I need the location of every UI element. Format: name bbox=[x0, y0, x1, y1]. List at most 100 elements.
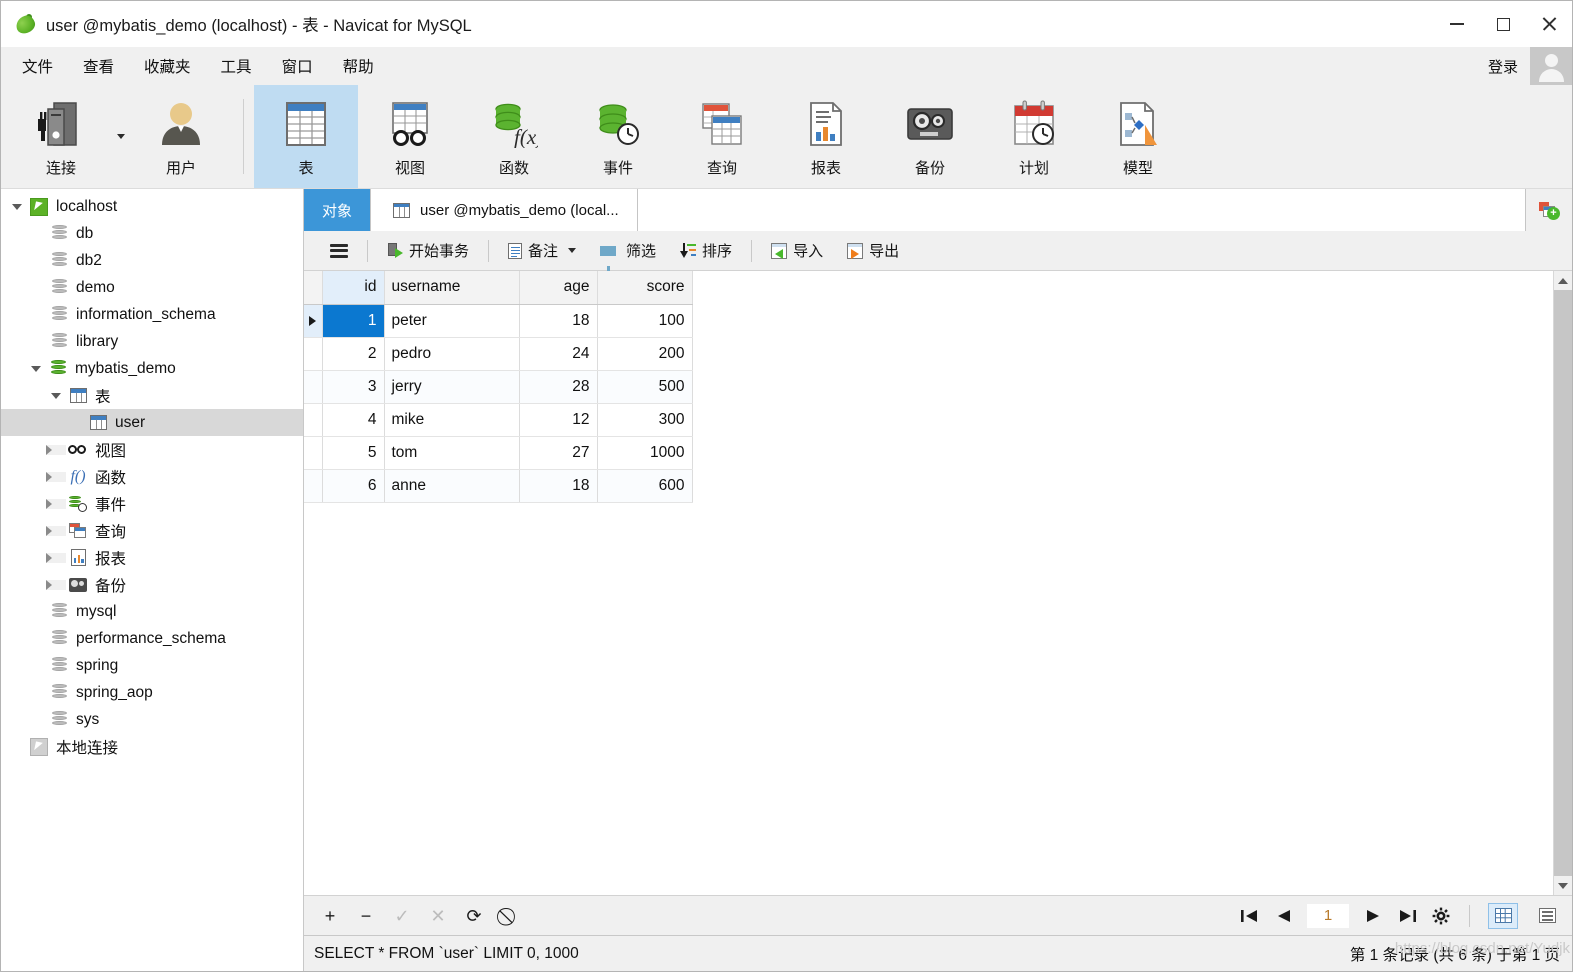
cell-username[interactable]: mike bbox=[384, 403, 520, 437]
tree-node-mybatis-demo[interactable]: mybatis_demo bbox=[1, 355, 303, 382]
tree-node-local-connection[interactable]: 本地连接 bbox=[1, 733, 303, 760]
first-page-button[interactable] bbox=[1239, 906, 1259, 926]
tree-node-events-group[interactable]: 事件 bbox=[1, 490, 303, 517]
tree-node-backups-group[interactable]: 备份 bbox=[1, 571, 303, 598]
database-tree-sidebar[interactable]: localhost db db2 demo information_schema… bbox=[1, 189, 304, 971]
grid-menu-button[interactable] bbox=[318, 240, 360, 262]
cancel-change-button[interactable]: ✕ bbox=[428, 906, 448, 926]
login-link[interactable]: 登录 bbox=[1488, 56, 1530, 77]
cell-score[interactable]: 500 bbox=[597, 370, 693, 404]
vertical-scrollbar[interactable] bbox=[1553, 271, 1572, 895]
cell-age[interactable]: 28 bbox=[519, 370, 598, 404]
avatar[interactable] bbox=[1530, 47, 1572, 85]
cell-id[interactable]: 4 bbox=[322, 403, 385, 437]
form-view-toggle[interactable] bbox=[1532, 903, 1562, 929]
tree-node-performance-schema[interactable]: performance_schema bbox=[1, 625, 303, 652]
column-header-score[interactable]: score bbox=[597, 271, 693, 305]
cell-score[interactable]: 200 bbox=[597, 337, 693, 371]
table-row[interactable]: 6 anne 18 600 bbox=[304, 469, 693, 503]
cell-id[interactable]: 5 bbox=[322, 436, 385, 470]
close-button[interactable] bbox=[1526, 1, 1572, 47]
cell-username[interactable]: anne bbox=[384, 469, 520, 503]
tree-node-sys[interactable]: sys bbox=[1, 706, 303, 733]
tree-node-library[interactable]: library bbox=[1, 328, 303, 355]
toolbar-button-event[interactable]: 事件 bbox=[566, 85, 670, 188]
maximize-button[interactable] bbox=[1480, 1, 1526, 47]
table-row[interactable]: 2 pedro 24 200 bbox=[304, 337, 693, 371]
grid-view-toggle[interactable] bbox=[1488, 902, 1518, 929]
tree-node-tables-group[interactable]: 表 bbox=[1, 382, 303, 409]
tree-node-localhost[interactable]: localhost bbox=[1, 193, 303, 220]
prev-page-button[interactable] bbox=[1273, 906, 1293, 926]
tree-node-views-group[interactable]: 视图 bbox=[1, 436, 303, 463]
tree-node-db2[interactable]: db2 bbox=[1, 247, 303, 274]
cell-username[interactable]: pedro bbox=[384, 337, 520, 371]
tree-node-spring-aop[interactable]: spring_aop bbox=[1, 679, 303, 706]
tree-node-queries-group[interactable]: 查询 bbox=[1, 517, 303, 544]
scroll-thumb[interactable] bbox=[1554, 290, 1572, 876]
tree-node-information-schema[interactable]: information_schema bbox=[1, 301, 303, 328]
menu-item-tools[interactable]: 工具 bbox=[206, 49, 267, 83]
menu-item-file[interactable]: 文件 bbox=[7, 49, 68, 83]
menu-item-favorites[interactable]: 收藏夹 bbox=[129, 49, 206, 83]
import-button[interactable]: 导入 bbox=[759, 236, 835, 265]
tree-node-user-table[interactable]: user bbox=[1, 409, 303, 436]
chevron-right-icon[interactable] bbox=[46, 525, 66, 536]
toolbar-button-function[interactable]: f(x) 函数 bbox=[462, 85, 566, 188]
toolbar-button-schedule[interactable]: 计划 bbox=[982, 85, 1086, 188]
refresh-button[interactable]: ⟳ bbox=[464, 906, 484, 926]
column-header-age[interactable]: age bbox=[519, 271, 598, 305]
table-row[interactable]: 5 tom 27 1000 bbox=[304, 436, 693, 470]
tree-node-functions-group[interactable]: f() 函数 bbox=[1, 463, 303, 490]
note-button[interactable]: 备注 bbox=[496, 236, 588, 265]
cell-id[interactable]: 3 bbox=[322, 370, 385, 404]
menu-item-window[interactable]: 窗口 bbox=[267, 49, 328, 83]
cell-age[interactable]: 12 bbox=[519, 403, 598, 437]
export-button[interactable]: 导出 bbox=[835, 236, 911, 265]
sort-button[interactable]: 排序 bbox=[668, 236, 744, 265]
chevron-right-icon[interactable] bbox=[46, 498, 66, 509]
cell-age[interactable]: 27 bbox=[519, 436, 598, 470]
tree-node-reports-group[interactable]: 报表 bbox=[1, 544, 303, 571]
toolbar-button-query[interactable]: 查询 bbox=[670, 85, 774, 188]
minimize-button[interactable] bbox=[1434, 1, 1480, 47]
stop-button[interactable]: ⃠ bbox=[500, 906, 520, 926]
table-row[interactable]: 4 mike 12 300 bbox=[304, 403, 693, 437]
last-page-button[interactable] bbox=[1397, 906, 1417, 926]
column-header-username[interactable]: username bbox=[384, 271, 520, 305]
scroll-down-button[interactable] bbox=[1554, 876, 1572, 895]
data-grid[interactable]: id username age score 1 peter 18 100 2 p… bbox=[304, 271, 1553, 895]
table-row[interactable]: 3 jerry 28 500 bbox=[304, 370, 693, 404]
cell-id[interactable]: 6 bbox=[322, 469, 385, 503]
cell-age[interactable]: 18 bbox=[519, 304, 598, 338]
chevron-down-icon[interactable] bbox=[568, 248, 577, 253]
add-record-button[interactable]: + bbox=[320, 906, 340, 926]
tree-node-demo[interactable]: demo bbox=[1, 274, 303, 301]
grid-settings-button[interactable] bbox=[1431, 906, 1451, 926]
chevron-right-icon[interactable] bbox=[46, 444, 66, 455]
chevron-right-icon[interactable] bbox=[46, 552, 66, 563]
chevron-right-icon[interactable] bbox=[46, 579, 66, 590]
toolbar-button-view[interactable]: 视图 bbox=[358, 85, 462, 188]
page-number-input[interactable]: 1 bbox=[1307, 903, 1349, 928]
cell-score[interactable]: 600 bbox=[597, 469, 693, 503]
apply-change-button[interactable]: ✓ bbox=[392, 906, 412, 926]
tab-objects[interactable]: 对象 bbox=[304, 189, 372, 231]
menu-item-help[interactable]: 帮助 bbox=[328, 49, 389, 83]
cell-score[interactable]: 100 bbox=[597, 304, 693, 338]
scroll-track[interactable] bbox=[1554, 290, 1572, 876]
toolbar-button-table[interactable]: 表 bbox=[254, 85, 358, 188]
toolbar-button-user[interactable]: 用户 bbox=[129, 85, 233, 188]
cell-username[interactable]: jerry bbox=[384, 370, 520, 404]
tree-node-mysql[interactable]: mysql bbox=[1, 598, 303, 625]
menu-item-view[interactable]: 查看 bbox=[68, 49, 129, 83]
filter-button[interactable]: 筛选 bbox=[588, 236, 668, 272]
new-query-button[interactable]: + bbox=[1526, 189, 1572, 231]
table-row[interactable]: 1 peter 18 100 bbox=[304, 304, 693, 338]
toolbar-button-model[interactable]: 模型 bbox=[1086, 85, 1190, 188]
cell-id[interactable]: 2 bbox=[322, 337, 385, 371]
cell-age[interactable]: 18 bbox=[519, 469, 598, 503]
toolbar-button-backup[interactable]: 备份 bbox=[878, 85, 982, 188]
chevron-right-icon[interactable] bbox=[46, 471, 66, 482]
cell-username[interactable]: tom bbox=[384, 436, 520, 470]
